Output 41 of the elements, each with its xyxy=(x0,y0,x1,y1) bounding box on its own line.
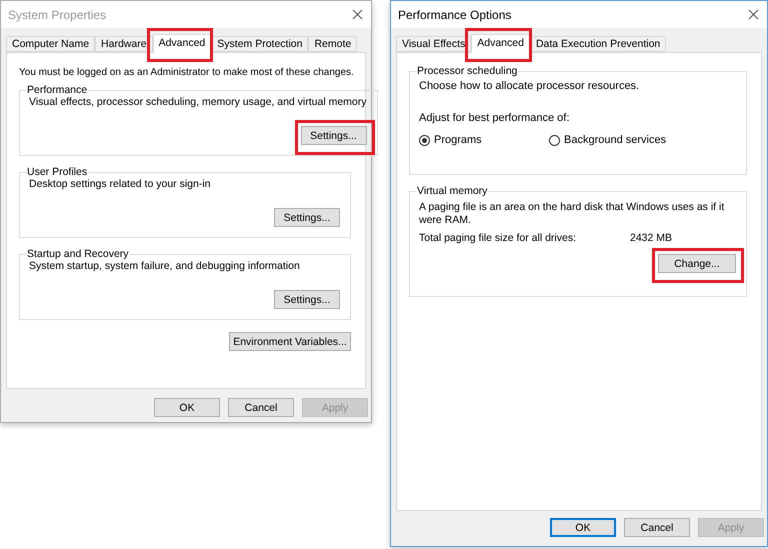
settings-button[interactable]: Settings... xyxy=(300,126,367,145)
change-button[interactable]: Change... xyxy=(658,254,736,273)
tab[interactable]: Remote xyxy=(308,36,358,52)
size-label: Total paging file size for all drives: xyxy=(419,232,577,244)
tab[interactable]: Advanced xyxy=(471,34,530,53)
environment-variables-button[interactable]: Environment Variables... xyxy=(229,332,351,351)
tab[interactable]: Data Execution Prevention xyxy=(530,36,666,52)
prompt-text: Adjust for best performance of: xyxy=(419,112,570,124)
group-description: A paging file is an area on the hard disk that Windows uses as if it were RAM. xyxy=(419,201,726,227)
tab[interactable]: System Protection xyxy=(211,36,308,52)
close-icon[interactable] xyxy=(352,9,363,20)
dialog-button[interactable]: Cancel xyxy=(624,518,690,537)
tab[interactable]: Computer Name xyxy=(6,36,96,52)
group-legend: Startup and Recovery xyxy=(26,248,130,260)
tab[interactable]: Advanced xyxy=(152,34,212,53)
window-title: Performance Options xyxy=(398,8,512,22)
group-description: Visual effects, processor scheduling, memory usage, and virtual memory xyxy=(29,96,367,108)
radio-button[interactable] xyxy=(549,134,560,146)
group-legend: Virtual memory xyxy=(416,185,488,197)
settings-button[interactable]: Settings... xyxy=(274,208,340,227)
radio-option[interactable]: Background services xyxy=(549,134,679,146)
dialog-button[interactable]: OK xyxy=(550,518,616,537)
admin-note: You must be logged on as an Administrator to make most of these changes. xyxy=(19,67,354,78)
radio-option[interactable]: Programs xyxy=(419,134,549,146)
dialog-button[interactable]: OK xyxy=(154,398,220,417)
tab[interactable]: Hardware xyxy=(95,36,153,52)
size-value: 2432 MB xyxy=(630,232,672,244)
radio-button[interactable] xyxy=(419,134,430,146)
group-description: System startup, system failure, and debugging information xyxy=(29,260,300,272)
window-title: System Properties xyxy=(8,8,106,22)
group-legend: User Profiles xyxy=(26,166,88,178)
group-description: Choose how to allocate processor resources. xyxy=(419,80,640,92)
group-legend: Performance xyxy=(26,84,88,96)
close-icon[interactable] xyxy=(748,9,759,20)
radio-label: Background services xyxy=(564,134,666,146)
settings-button[interactable]: Settings... xyxy=(274,290,340,309)
dialog-button[interactable]: Cancel xyxy=(228,398,294,417)
group-legend: Processor scheduling xyxy=(416,65,518,77)
tab[interactable]: Visual Effects xyxy=(396,36,472,52)
radio-label: Programs xyxy=(434,134,482,146)
group-description: Desktop settings related to your sign-in xyxy=(29,178,211,190)
